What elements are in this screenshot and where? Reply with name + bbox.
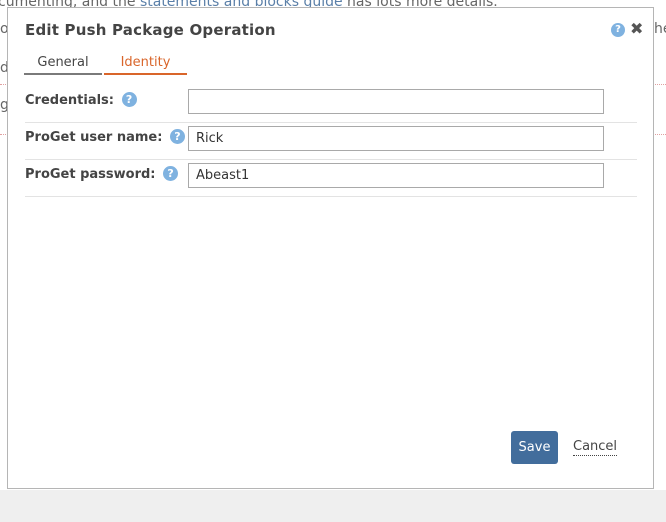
tab-bar: General Identity bbox=[24, 53, 188, 75]
password-label-group: ProGet password: ? bbox=[25, 166, 179, 182]
dialog-title: Edit Push Package Operation bbox=[25, 21, 276, 39]
save-button[interactable]: Save bbox=[511, 431, 558, 464]
help-icon[interactable]: ? bbox=[611, 23, 625, 37]
username-label: ProGet user name: bbox=[25, 130, 163, 145]
username-input[interactable] bbox=[188, 126, 604, 151]
close-icon[interactable]: ✖ bbox=[630, 20, 643, 38]
credentials-label: Credentials: bbox=[25, 93, 114, 108]
identity-form: Credentials: ? ProGet user name: ? ProGe… bbox=[25, 86, 637, 197]
tab-general[interactable]: General bbox=[24, 53, 102, 75]
credentials-input[interactable] bbox=[188, 89, 604, 114]
cancel-button[interactable]: Cancel bbox=[573, 439, 618, 456]
help-icon[interactable]: ? bbox=[121, 92, 137, 107]
form-row-username: ProGet user name: ? bbox=[25, 123, 637, 160]
credentials-label-group: Credentials: ? bbox=[25, 92, 137, 108]
background-footer bbox=[0, 490, 666, 522]
background-fragment: he bbox=[654, 21, 666, 37]
edit-operation-dialog: Edit Push Package Operation ? ✖ General … bbox=[7, 7, 654, 489]
password-input[interactable] bbox=[188, 163, 604, 188]
form-row-credentials: Credentials: ? bbox=[25, 86, 637, 123]
tab-identity[interactable]: Identity bbox=[104, 53, 187, 75]
username-label-group: ProGet user name: ? bbox=[25, 129, 185, 145]
help-icon[interactable]: ? bbox=[163, 166, 179, 181]
form-row-password: ProGet password: ? bbox=[25, 160, 637, 197]
help-icon[interactable]: ? bbox=[169, 129, 185, 144]
password-label: ProGet password: bbox=[25, 167, 156, 182]
